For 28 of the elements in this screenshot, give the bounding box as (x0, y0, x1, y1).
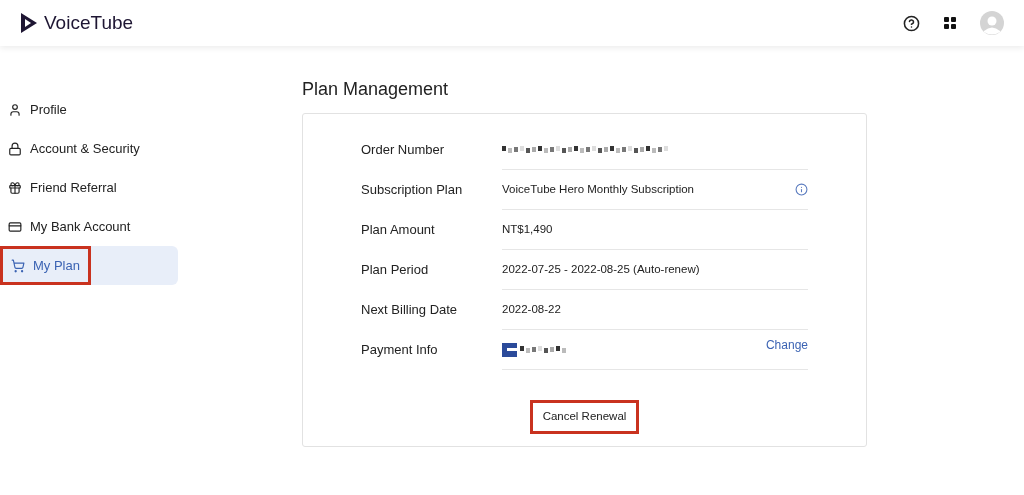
user-icon (8, 102, 22, 117)
field-value: 2022-07-25 - 2022-08-25 (Auto-renew) (502, 261, 700, 277)
info-icon[interactable] (795, 183, 808, 196)
field-label: Plan Amount (361, 221, 436, 240)
lock-icon (8, 141, 22, 156)
sidebar-item[interactable]: My Bank Account (0, 207, 178, 246)
field-value: NT$1,490 (502, 221, 553, 237)
field-value: 2022-08-22 (502, 301, 561, 317)
field-label: Next Billing Date (361, 301, 459, 320)
cart-icon (11, 258, 25, 273)
field-label: Payment Info (361, 341, 439, 360)
field-value: VoiceTube Hero Monthly Subscription (502, 181, 694, 197)
sidebar-item[interactable]: Profile (0, 90, 178, 129)
cancel-renewal-button[interactable]: Cancel Renewal (529, 400, 640, 434)
apps-grid-icon[interactable] (944, 17, 956, 29)
help-icon[interactable] (903, 14, 920, 32)
field-label: Subscription Plan (361, 181, 464, 200)
gift-icon (8, 180, 22, 195)
logo-text: VoiceTube (44, 10, 134, 35)
page-title: Plan Management (302, 78, 450, 101)
credit-card-icon (8, 219, 22, 234)
field-label: Plan Period (361, 261, 430, 280)
sidebar-item[interactable]: My Plan (0, 246, 178, 285)
change-link[interactable]: Change (765, 335, 808, 354)
sidebar-item[interactable]: Friend Referral (0, 168, 178, 207)
sidebar-item[interactable]: Account & Security (0, 129, 178, 168)
field-label: Order Number (361, 141, 446, 160)
logo-icon (20, 12, 38, 34)
